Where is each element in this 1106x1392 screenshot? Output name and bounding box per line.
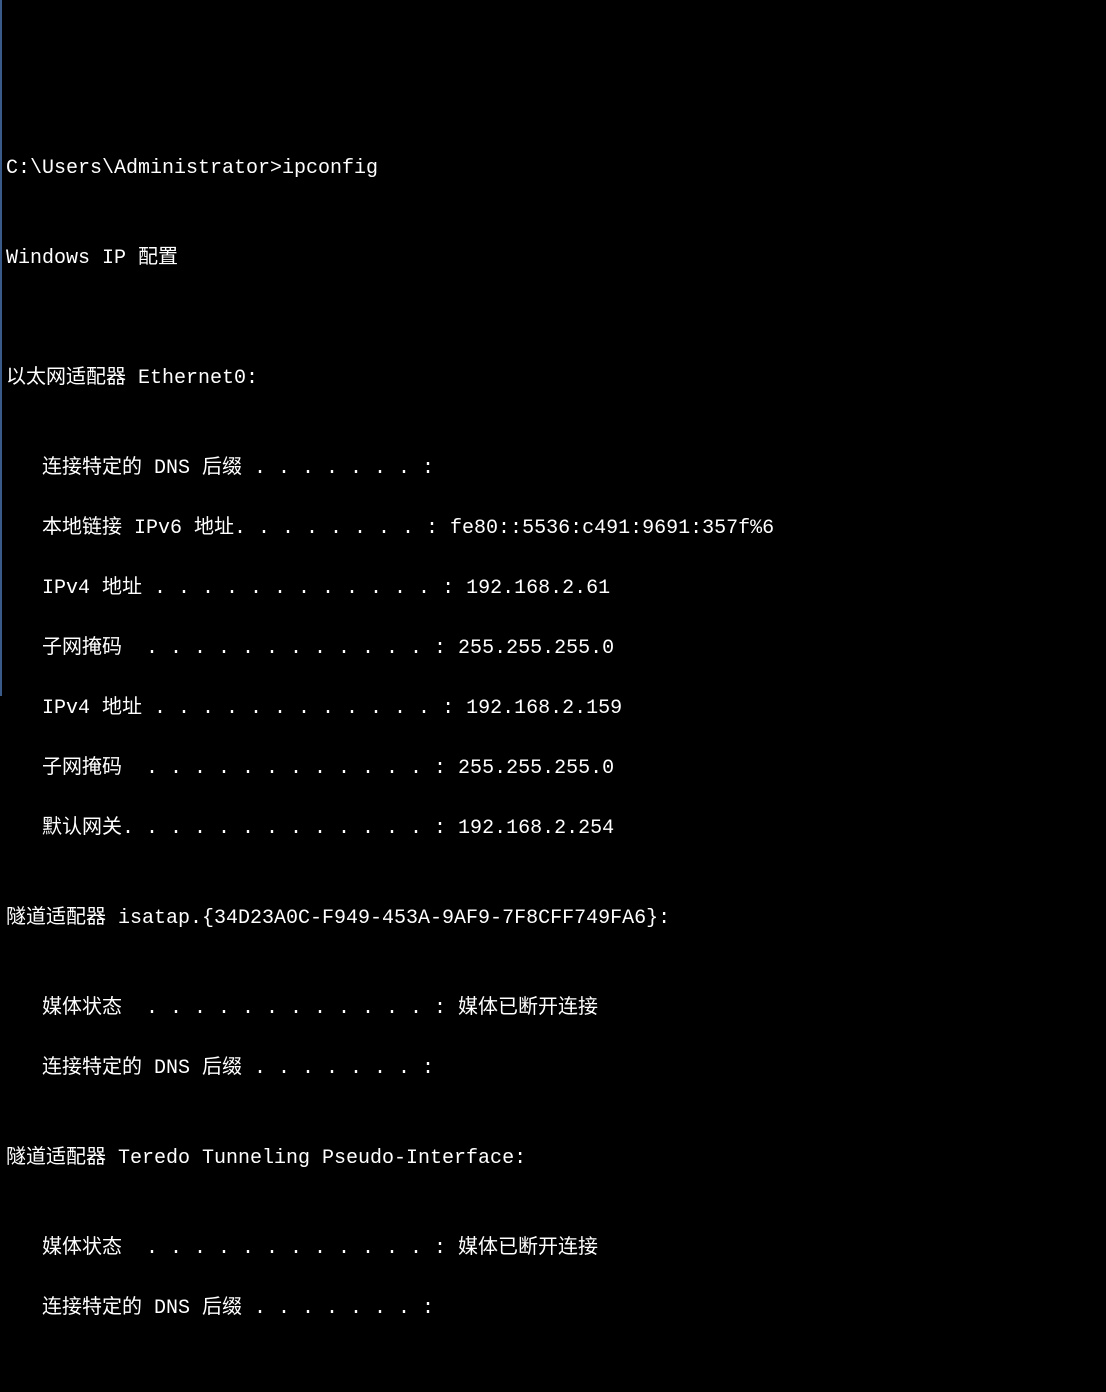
adapter-teredo-title: 隧道适配器 Teredo Tunneling Pseudo-Interface: [6, 1144, 1102, 1174]
ethernet0-subnet-mask-1: 子网掩码 . . . . . . . . . . . . : 255.255.2… [6, 634, 1102, 664]
ethernet0-dns-suffix: 连接特定的 DNS 后缀 . . . . . . . : [6, 454, 1102, 484]
ethernet0-default-gateway: 默认网关. . . . . . . . . . . . . : 192.168.… [6, 814, 1102, 844]
ethernet0-ipv4-address-2: IPv4 地址 . . . . . . . . . . . . : 192.16… [6, 694, 1102, 724]
terminal-output[interactable]: C:\Users\Administrator>ipconfig Windows … [6, 124, 1102, 1354]
ip-config-header: Windows IP 配置 [6, 244, 1102, 274]
ethernet0-ipv4-address-1: IPv4 地址 . . . . . . . . . . . . : 192.16… [6, 574, 1102, 604]
isatap-dns-suffix: 连接特定的 DNS 后缀 . . . . . . . : [6, 1054, 1102, 1084]
ethernet0-ipv6-link-local: 本地链接 IPv6 地址. . . . . . . . : fe80::5536… [6, 514, 1102, 544]
ethernet0-subnet-mask-2: 子网掩码 . . . . . . . . . . . . : 255.255.2… [6, 754, 1102, 784]
isatap-media-state: 媒体状态 . . . . . . . . . . . . : 媒体已断开连接 [6, 994, 1102, 1024]
teredo-media-state: 媒体状态 . . . . . . . . . . . . : 媒体已断开连接 [6, 1234, 1102, 1264]
prompt-line: C:\Users\Administrator>ipconfig [6, 154, 1102, 184]
teredo-dns-suffix: 连接特定的 DNS 后缀 . . . . . . . : [6, 1294, 1102, 1324]
adapter-isatap-title: 隧道适配器 isatap.{34D23A0C-F949-453A-9AF9-7F… [6, 904, 1102, 934]
adapter-ethernet0-title: 以太网适配器 Ethernet0: [6, 364, 1102, 394]
